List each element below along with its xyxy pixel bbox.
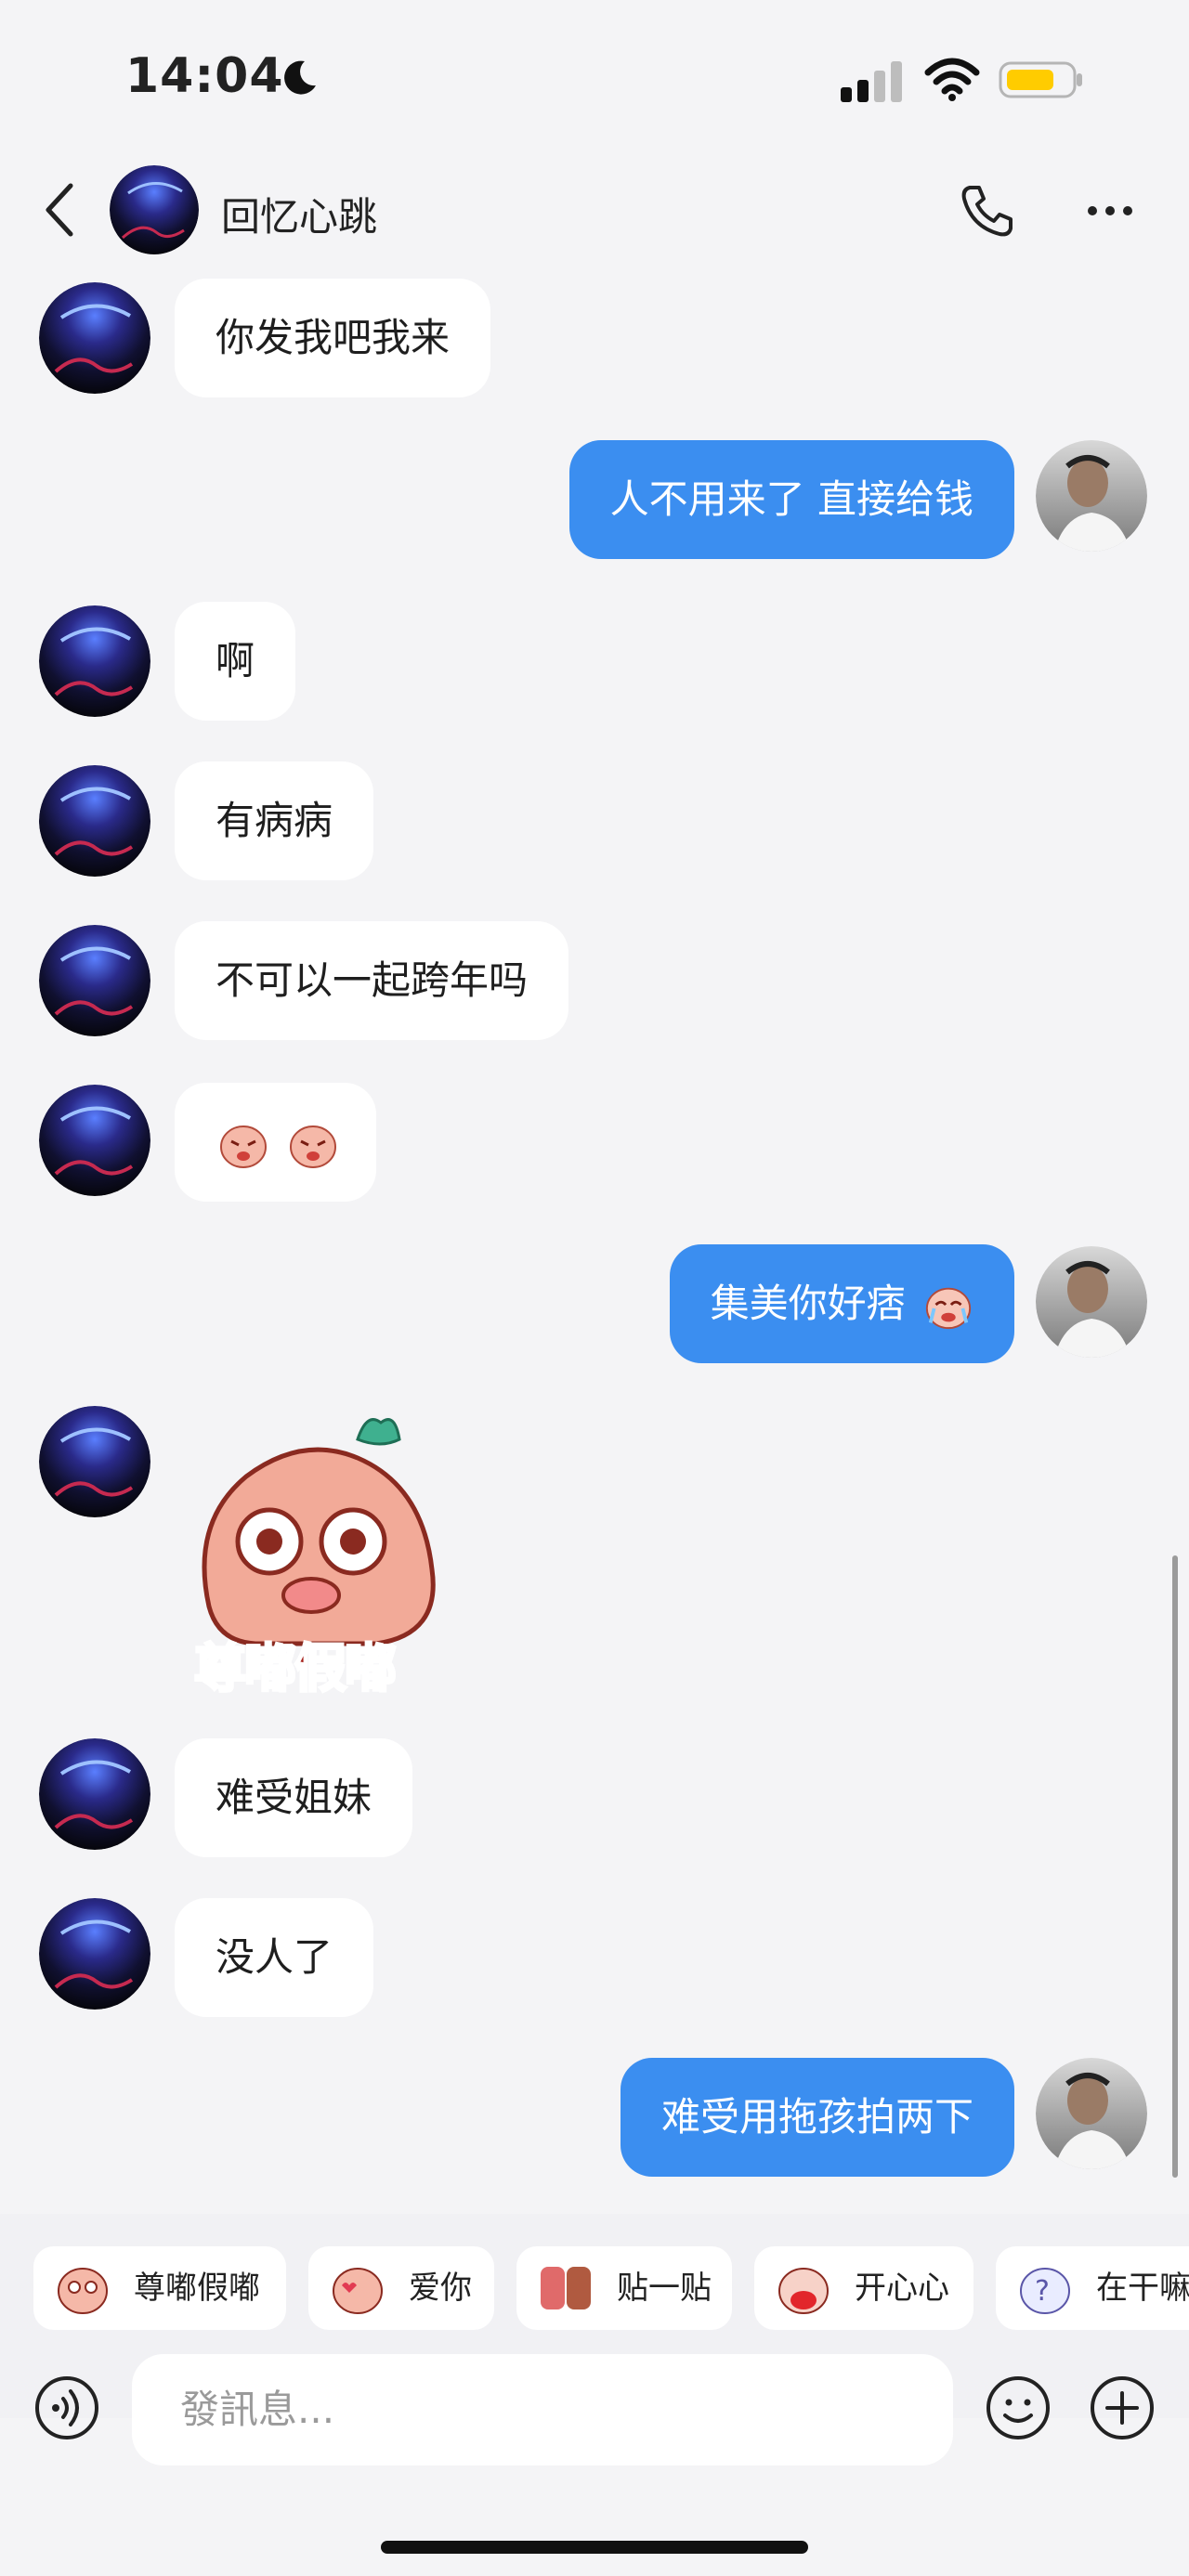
message-bubble[interactable]: 难受姐妹 xyxy=(175,1738,413,1857)
contact-avatar[interactable] xyxy=(39,282,150,394)
page-title: 回忆心跳 xyxy=(221,194,378,240)
contact-avatar[interactable] xyxy=(39,765,150,877)
signal-icon xyxy=(841,61,902,102)
message-bubble[interactable]: 人不用来了 直接给钱 xyxy=(568,440,1014,559)
chip-label: 贴一贴 xyxy=(617,2270,712,2307)
message-bubble[interactable]: 有病病 xyxy=(175,761,374,880)
contact-avatar[interactable] xyxy=(39,1738,150,1850)
wifi-icon xyxy=(924,58,980,101)
quick-sticker-chip[interactable]: 贴一贴 xyxy=(516,2246,732,2330)
chat-header: 回忆心跳 xyxy=(0,158,1189,260)
more-icon[interactable] xyxy=(1087,204,1133,217)
sticker-caption: 尊嘟假嘟 xyxy=(193,1638,399,1701)
happy-sticker-icon xyxy=(778,2268,829,2314)
svg-text:?: ? xyxy=(1035,2275,1050,2308)
status-time: 14:04 xyxy=(125,48,284,104)
smile-icon[interactable] xyxy=(985,2374,1052,2441)
crying-peach-emoji-icon xyxy=(290,1125,337,1168)
contact-avatar[interactable] xyxy=(39,1898,150,2010)
quick-sticker-chip[interactable]: 尊嘟假嘟 xyxy=(33,2246,286,2330)
contact-avatar[interactable] xyxy=(39,605,150,717)
user-avatar[interactable] xyxy=(1036,440,1147,552)
user-avatar[interactable] xyxy=(1036,2058,1147,2169)
plus-icon[interactable] xyxy=(1089,2374,1156,2441)
chip-label: 爱你 xyxy=(409,2270,472,2307)
chip-label: 在干嘛 xyxy=(1096,2270,1189,2307)
voice-icon[interactable] xyxy=(33,2374,100,2441)
scrollbar[interactable] xyxy=(1172,1555,1178,2178)
chip-label: 开心心 xyxy=(855,2270,949,2307)
battery-icon xyxy=(999,61,1082,98)
avatar[interactable] xyxy=(110,165,199,254)
peach-heart-icon xyxy=(333,2268,383,2314)
moon-icon xyxy=(284,60,316,95)
peach-sticker-icon xyxy=(58,2268,108,2314)
crying-peach-emoji-icon xyxy=(925,1287,972,1329)
quick-sticker-chip[interactable]: 开心心 xyxy=(754,2246,973,2330)
contact-avatar[interactable] xyxy=(39,925,150,1036)
message-bubble[interactable]: 难受用拖孩拍两下 xyxy=(620,2058,1014,2177)
message-bubble[interactable]: 啊 xyxy=(175,602,296,721)
emoji-message-bubble[interactable] xyxy=(175,1083,377,1202)
message-bubble[interactable]: 没人了 xyxy=(175,1898,374,2017)
crying-peach-emoji-icon xyxy=(220,1125,267,1168)
message-bubble[interactable]: 集美你好痞 xyxy=(669,1244,1014,1363)
phone-icon[interactable] xyxy=(959,182,1016,240)
message-text: 集美你好痞 xyxy=(710,1281,906,1326)
back-arrow-icon[interactable] xyxy=(43,182,76,238)
home-indicator[interactable] xyxy=(381,2541,808,2554)
input-bar: 發訊息... xyxy=(0,2354,1189,2465)
contact-avatar[interactable] xyxy=(39,1406,150,1517)
question-sticker-icon: ? xyxy=(1020,2268,1070,2314)
message-input[interactable]: 發訊息... xyxy=(132,2354,953,2465)
message-bubble[interactable]: 不可以一起跨年吗 xyxy=(175,921,569,1040)
sticker-message[interactable]: 尊嘟假嘟 xyxy=(181,1412,451,1701)
user-avatar[interactable] xyxy=(1036,1246,1147,1358)
message-bubble[interactable]: 你发我吧我来 xyxy=(175,279,491,397)
quick-sticker-chip[interactable]: ? 在干嘛 xyxy=(996,2246,1189,2330)
hug-sticker-icon xyxy=(541,2267,591,2309)
contact-avatar[interactable] xyxy=(39,1085,150,1196)
chip-label: 尊嘟假嘟 xyxy=(134,2270,260,2307)
quick-sticker-chip[interactable]: 爱你 xyxy=(308,2246,494,2330)
